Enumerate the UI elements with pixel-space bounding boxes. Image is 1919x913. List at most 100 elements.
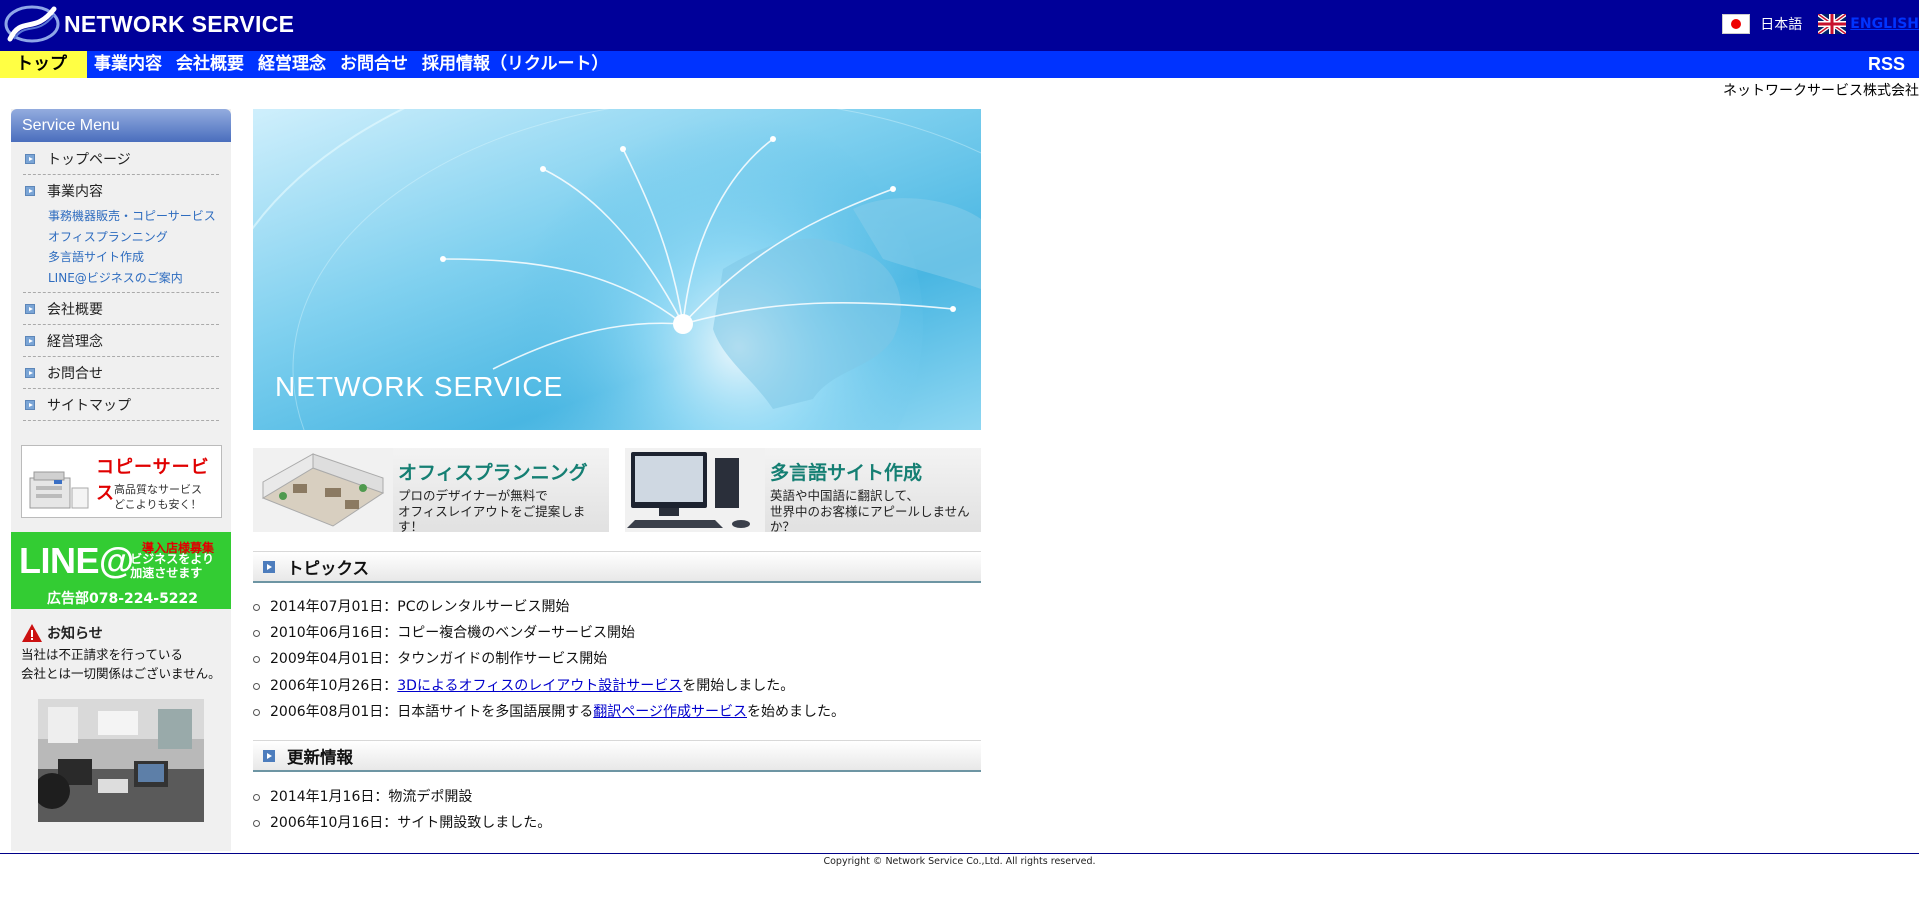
office-scene-image xyxy=(38,699,204,822)
sidebar-item-label: お問合せ xyxy=(47,365,103,382)
copy-banner-line2: どこよりも安く！ xyxy=(114,498,202,511)
arrow-bullet-icon xyxy=(25,335,35,346)
sidebar-item-company: 会社概要 xyxy=(23,293,219,325)
arrow-bullet-icon xyxy=(25,399,35,410)
sidebar-sub-copy-service[interactable]: 事務機器販売・コピーサービス xyxy=(48,206,219,227)
global-nav-bar: トップ 事業内容 会社概要 経営理念 お問合せ 採用情報（リクルート） RSS xyxy=(0,51,1919,78)
multilingual-line1: 英語や中国語に翻訳して、 xyxy=(770,488,920,503)
office-planning-desc: プロのデザイナーが無料で オフィスレイアウトをご提案します！ xyxy=(398,488,609,532)
office-layout-image xyxy=(253,448,393,532)
list-item: 2010年06月16日：コピー複合機のベンダーサービス開始 xyxy=(253,620,845,646)
copy-banner-subtext: 高品質なサービス どこよりも安く！ xyxy=(114,482,202,512)
logo-text: NETWORK SERVICE xyxy=(64,10,295,37)
nav-business[interactable]: 事業内容 xyxy=(87,51,169,78)
sidebar-sub-multilingual[interactable]: 多言語サイト作成 xyxy=(48,247,219,268)
office-planning-banner[interactable]: オフィスプランニング プロのデザイナーが無料で オフィスレイアウトをご提案します… xyxy=(253,448,609,532)
list-item: 2006年10月16日：サイト開設致しました。 xyxy=(252,810,551,836)
line-at-logo: LINE@ xyxy=(19,540,134,581)
sidebar-item-label: 会社概要 xyxy=(47,301,103,318)
topics-list: 2014年07月01日：PCのレンタルサービス開始 2010年06月16日：コピ… xyxy=(253,594,845,725)
sidebar-item-contact: お問合せ xyxy=(23,357,219,389)
computer-monitor-image xyxy=(625,448,765,532)
arrow-bullet-icon xyxy=(25,367,35,378)
arrow-bullet-icon xyxy=(25,303,35,314)
lang-english-link[interactable]: ENGLISH xyxy=(1850,16,1919,32)
office-planning-title: オフィスプランニング xyxy=(398,462,588,484)
line-banner-line2: 加速させます xyxy=(130,566,203,580)
sidebar-item-label: トップページ xyxy=(47,151,131,168)
sidebar-link-company[interactable]: 会社概要 xyxy=(23,293,219,324)
multilingual-line2: 世界中のお客様にアピールしませんか？ xyxy=(770,503,970,533)
notice-heading: お知らせ xyxy=(21,623,231,643)
list-item: 2006年10月26日：3Dによるオフィスのレイアウト設計サービスを開始しました… xyxy=(253,673,845,699)
hero-title: NETWORK SERVICE xyxy=(275,371,564,402)
footer-divider xyxy=(0,853,1919,854)
notice-box: お知らせ 当社は不正請求を行っている 会社とは一切関係はございません。 xyxy=(21,623,231,683)
sidebar-sub-list: 事務機器販売・コピーサービス オフィスプランニング 多言語サイト作成 LINE@… xyxy=(23,206,219,292)
layout-design-service-link[interactable]: 3Dによるオフィスのレイアウト設計サービス xyxy=(397,678,682,694)
nav-philosophy[interactable]: 経営理念 xyxy=(251,51,333,78)
sidebar-item-label: サイトマップ xyxy=(47,397,131,414)
sidebar-link-contact[interactable]: お問合せ xyxy=(23,357,219,388)
updates-list: 2014年1月16日：物流デポ開設 2006年10月16日：サイト開設致しました… xyxy=(252,784,551,836)
sidebar-item-business: 事業内容 事務機器販売・コピーサービス オフィスプランニング 多言語サイト作成 … xyxy=(23,175,219,293)
office-photo xyxy=(38,699,204,822)
sidebar-sub-line-business[interactable]: LINE@ビジネスのご案内 xyxy=(48,268,219,289)
sidebar-link-philosophy[interactable]: 経営理念 xyxy=(23,325,219,356)
copy-service-banner[interactable]: コピーサービス 高品質なサービス どこよりも安く！ xyxy=(21,445,222,518)
top-header: NETWORK SERVICE 日本語 ENGLISH xyxy=(0,0,1919,51)
multilingual-site-banner[interactable]: 多言語サイト作成 英語や中国語に翻訳して、 世界中のお客様にアピールしませんか？ xyxy=(625,448,981,532)
nav-company[interactable]: 会社概要 xyxy=(169,51,251,78)
sidebar-item-philosophy: 経営理念 xyxy=(23,325,219,357)
sidebar-link-sitemap[interactable]: サイトマップ xyxy=(23,389,219,420)
nav-top[interactable]: トップ xyxy=(0,51,87,78)
topics-title: トピックス xyxy=(287,558,370,578)
updates-title: 更新情報 xyxy=(287,747,353,767)
logo-swoosh-icon xyxy=(4,5,60,43)
sidebar-link-business[interactable]: 事業内容 xyxy=(23,175,219,206)
company-name: ネットワークサービス株式会社 xyxy=(1723,83,1919,99)
sidebar-item-label: 経営理念 xyxy=(47,333,103,350)
japan-flag-icon[interactable] xyxy=(1722,14,1751,34)
copy-banner-line1: 高品質なサービス xyxy=(114,483,202,496)
section-arrow-icon xyxy=(263,749,275,762)
notice-line2: 会社とは一切関係はございません。 xyxy=(21,666,221,681)
service-menu-title: Service Menu xyxy=(11,109,231,142)
sidebar-item-label: 事業内容 xyxy=(47,183,103,200)
multilingual-title: 多言語サイト作成 xyxy=(770,462,923,484)
notice-text: 当社は不正請求を行っている 会社とは一切関係はございません。 xyxy=(21,645,231,683)
service-menu: トップページ 事業内容 事務機器販売・コピーサービス オフィスプランニング 多言… xyxy=(11,143,231,421)
list-item: 2014年1月16日：物流デポ開設 xyxy=(252,784,551,810)
list-item: 2014年07月01日：PCのレンタルサービス開始 xyxy=(253,594,845,620)
translation-page-service-link[interactable]: 翻訳ページ作成サービス xyxy=(593,704,747,720)
topics-section-header: トピックス xyxy=(253,551,981,583)
nav-recruit[interactable]: 採用情報（リクルート） xyxy=(415,51,616,78)
sidebar-sub-office-planning[interactable]: オフィスプランニング xyxy=(48,227,219,248)
arrow-bullet-icon xyxy=(25,153,35,164)
multilingual-desc: 英語や中国語に翻訳して、 世界中のお客様にアピールしませんか？ xyxy=(770,488,981,532)
sidebar: Service Menu トップページ 事業内容 事務機器販売・コピーサービス … xyxy=(11,109,231,851)
line-banner-tagline: ビジネスをより 加速させます xyxy=(130,552,214,580)
site-logo[interactable]: NETWORK SERVICE xyxy=(4,5,294,43)
section-arrow-icon xyxy=(263,560,275,573)
hero-banner: NETWORK SERVICE xyxy=(253,109,981,430)
line-business-banner[interactable]: LINE@ 導入店様募集 ビジネスをより 加速させます 広告部078-224-5… xyxy=(11,532,231,609)
copyright-text: Copyright © Network Service Co.,Ltd. All… xyxy=(823,856,1096,867)
sidebar-item-top: トップページ xyxy=(23,143,219,175)
warning-icon xyxy=(22,624,42,642)
line-banner-phone: 広告部078-224-5222 xyxy=(47,591,199,607)
sidebar-item-sitemap: サイトマップ xyxy=(23,389,219,421)
language-switcher: 日本語 ENGLISH xyxy=(1722,14,1919,34)
list-item: 2006年08月01日：日本語サイトを多国語展開する翻訳ページ作成サービスを始め… xyxy=(253,699,845,725)
arrow-bullet-icon xyxy=(25,185,35,196)
nav-contact[interactable]: お問合せ xyxy=(333,51,415,78)
office-planning-line2: オフィスレイアウトをご提案します！ xyxy=(398,503,586,533)
lang-japanese-link[interactable]: 日本語 xyxy=(1760,14,1802,34)
list-item: 2009年04月01日：タウンガイドの制作サービス開始 xyxy=(253,646,845,672)
global-nav: トップ 事業内容 会社概要 経営理念 お問合せ 採用情報（リクルート） xyxy=(0,51,616,78)
sidebar-link-top[interactable]: トップページ xyxy=(23,143,219,174)
notice-line1: 当社は不正請求を行っている xyxy=(21,647,183,662)
updates-section-header: 更新情報 xyxy=(253,740,981,772)
rss-link[interactable]: RSS xyxy=(1868,51,1905,78)
uk-flag-icon[interactable] xyxy=(1818,14,1847,34)
